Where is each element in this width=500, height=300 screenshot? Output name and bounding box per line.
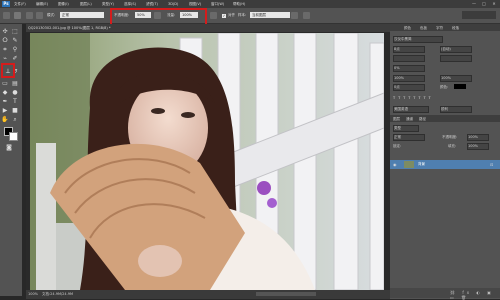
workspace-switcher[interactable]: [462, 11, 496, 19]
dodge-tool-icon[interactable]: ●: [11, 89, 19, 97]
layer-name[interactable]: 背景: [418, 162, 425, 167]
layer-row-background[interactable]: ◉ 背景 ⊡: [390, 160, 500, 169]
right-panels: 颜色 色板 字符 段落 汉仪中黑简 8点 (自动) 0% 100% 100% 0…: [390, 24, 500, 300]
tab-layers[interactable]: 图层: [393, 117, 400, 122]
menu-bar: Ps 文件(F) 编辑(E) 图像(I) 图层(L) 类型(Y) 选择(S) 滤…: [0, 0, 500, 8]
toggle-brush-panel-icon[interactable]: [26, 12, 33, 19]
tsume-input[interactable]: 0%: [393, 65, 425, 72]
tracking-input[interactable]: [440, 55, 472, 62]
path-select-tool-icon[interactable]: ▶: [1, 107, 9, 115]
lock-label: 锁定:: [393, 144, 402, 148]
toggle-clone-source-icon[interactable]: [36, 12, 43, 19]
healing-brush-tool-icon[interactable]: ⌁: [1, 55, 9, 63]
type-tool-icon[interactable]: T: [11, 98, 19, 106]
language-select[interactable]: 美国英语: [393, 106, 429, 113]
menu-filter[interactable]: 滤镜(T): [146, 2, 158, 7]
horizontal-scrollbar[interactable]: [256, 292, 316, 296]
menu-edit[interactable]: 编辑(E): [36, 2, 48, 7]
layers-footer: ⛓ fx ◐ ▣ ▭ 🗑: [390, 288, 500, 300]
sample-select[interactable]: 当前图层: [250, 12, 290, 18]
clone-stamp-highlight: [1, 63, 15, 78]
clone-stamp-tool-preset-icon[interactable]: [3, 12, 10, 19]
text-color-swatch[interactable]: [454, 84, 466, 89]
brush-tool-icon[interactable]: ✐: [11, 55, 19, 63]
lock-icon: ⊡: [490, 162, 494, 167]
gradient-tool-icon[interactable]: ▤: [11, 80, 19, 88]
quick-mask-icon[interactable]: ◙: [5, 144, 13, 152]
horizontal-scale-input[interactable]: 100%: [440, 75, 472, 82]
tab-character[interactable]: 字符: [436, 26, 443, 31]
blur-tool-icon[interactable]: ◆: [1, 89, 9, 97]
zoom-level[interactable]: 100%: [28, 292, 38, 296]
layers-panel-tabs: 图层 通道 路径: [390, 115, 500, 122]
fill-label: 填充:: [448, 144, 457, 148]
lasso-tool-icon[interactable]: ⵔ: [1, 37, 9, 45]
airbrush-icon[interactable]: [210, 12, 217, 19]
layer-opacity-label: 不透明度:: [442, 135, 458, 139]
document-info: 文档:24.9M/24.9M: [42, 292, 73, 296]
blend-mode-select[interactable]: 正常: [393, 134, 425, 141]
menu-3d[interactable]: 3D(D): [168, 2, 178, 6]
leading-input[interactable]: (自动): [440, 46, 472, 53]
aligned-checkbox[interactable]: ✓: [222, 14, 226, 18]
move-tool-icon[interactable]: ✣: [1, 28, 9, 36]
quick-select-tool-icon[interactable]: ✎: [11, 37, 19, 45]
font-size-input[interactable]: 8点: [393, 46, 425, 53]
sample-label: 样本:: [238, 13, 247, 17]
tab-color[interactable]: 颜色: [404, 26, 411, 31]
antialias-select[interactable]: 锐利: [440, 106, 472, 113]
eraser-tool-icon[interactable]: ▭: [1, 80, 9, 88]
photoshop-logo: Ps: [2, 1, 10, 7]
options-bar: 模式: 正常 不透明度: 50% 流量: 100% ✓ 对齐 样本: 当前图层: [0, 8, 500, 24]
portrait-with-fan-image: [30, 33, 384, 290]
layer-thumbnail: [404, 161, 414, 168]
menu-file[interactable]: 文件(F): [14, 2, 26, 7]
text-style-buttons[interactable]: TTTTTTTT: [393, 95, 473, 100]
menu-select[interactable]: 选择(S): [124, 2, 136, 7]
ignore-adjustment-layers-icon[interactable]: [291, 12, 298, 19]
layer-opacity-input[interactable]: 100%: [467, 134, 489, 141]
photo-canvas[interactable]: [30, 33, 384, 290]
fill-input[interactable]: 100%: [467, 143, 489, 150]
baseline-shift-input[interactable]: 0点: [393, 84, 425, 91]
marquee-tool-icon[interactable]: ⬚: [11, 28, 19, 36]
zoom-tool-icon[interactable]: ⌕: [11, 116, 19, 124]
menu-layer[interactable]: 图层(L): [80, 2, 92, 7]
crop-tool-icon[interactable]: ⌗: [1, 46, 9, 54]
close-button[interactable]: ✕: [490, 1, 498, 7]
menu-window[interactable]: 窗口(W): [211, 2, 224, 7]
hand-tool-icon[interactable]: ✋: [1, 116, 9, 124]
layer-filter-select[interactable]: 类型: [393, 125, 419, 132]
eye-icon[interactable]: ◉: [393, 162, 397, 167]
font-family-select[interactable]: 汉仪中黑简: [393, 36, 443, 43]
pen-tool-icon[interactable]: ✒: [1, 98, 9, 106]
vertical-scale-input[interactable]: 100%: [393, 75, 425, 82]
shape-tool-icon[interactable]: ■: [11, 107, 19, 115]
text-color-label: 颜色:: [440, 85, 449, 89]
character-panel-tabs: 颜色 色板 字符 段落: [390, 24, 500, 31]
eyedropper-tool-icon[interactable]: ⚲: [11, 46, 19, 54]
menu-image[interactable]: 图像(I): [58, 2, 69, 7]
brush-preset-icon[interactable]: [14, 12, 21, 19]
aligned-label: 对齐: [228, 13, 235, 17]
tab-swatches[interactable]: 色板: [420, 26, 427, 31]
tab-paths[interactable]: 路径: [419, 117, 426, 122]
tab-paragraph[interactable]: 段落: [452, 26, 459, 31]
menu-type[interactable]: 类型(Y): [102, 2, 114, 7]
pressure-size-icon[interactable]: [303, 12, 310, 19]
mode-label: 模式:: [47, 13, 56, 17]
document-tab[interactable]: QQ20130302-001.jpg @ 100%(图层 1, RGB/8) *: [28, 26, 111, 31]
maximize-button[interactable]: □: [480, 1, 488, 7]
minimize-button[interactable]: —: [470, 1, 478, 7]
mode-select[interactable]: 正常: [60, 12, 104, 18]
menu-help[interactable]: 帮助(H): [233, 2, 245, 7]
tab-channels[interactable]: 通道: [406, 117, 413, 122]
background-color-swatch[interactable]: [9, 132, 18, 141]
menu-view[interactable]: 视图(V): [189, 2, 201, 7]
kerning-input[interactable]: [393, 55, 425, 62]
